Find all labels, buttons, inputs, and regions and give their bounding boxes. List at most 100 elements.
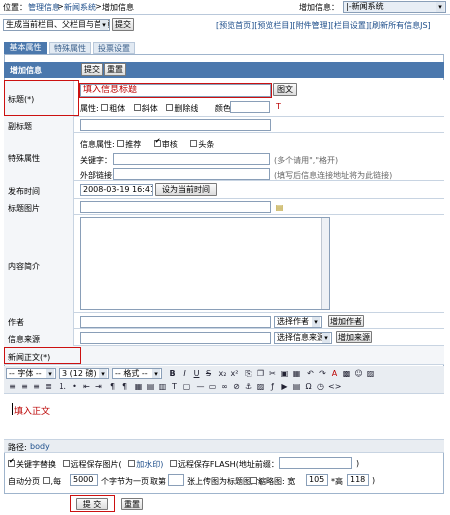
media-icon[interactable]: ▶ <box>280 382 289 391</box>
author-input[interactable] <box>80 316 271 328</box>
color-input[interactable] <box>230 101 270 113</box>
submit-button[interactable]: 提 交 <box>76 498 108 510</box>
attachment-link[interactable]: [附件管理] <box>293 21 331 30</box>
anchor-icon[interactable]: ⚓ <box>244 382 253 391</box>
preview-column-link[interactable]: [预览栏目] <box>254 21 292 30</box>
summary-scrollbar[interactable] <box>321 218 329 309</box>
align-justify-icon[interactable]: ≣ <box>44 382 53 391</box>
font-select[interactable]: -- 字体 -- <box>6 368 56 379</box>
clean-icon[interactable]: ⎘ <box>244 369 253 378</box>
add-source-button[interactable]: 增加来源 <box>336 331 372 343</box>
strike-checkbox[interactable] <box>166 104 174 111</box>
bgcolor-icon[interactable]: ▩ <box>342 369 351 378</box>
subscript-icon[interactable]: x₂ <box>218 369 227 378</box>
keyword-replace-checkbox[interactable] <box>8 457 15 467</box>
subtitle-input[interactable] <box>80 119 271 131</box>
indent-icon[interactable]: ⇥ <box>94 382 103 391</box>
cut-icon[interactable]: ✂ <box>268 369 277 378</box>
editor-content[interactable]: 填入正文 <box>4 394 444 440</box>
breadcrumb-item-news[interactable]: 新闻系统 <box>64 2 96 13</box>
headline-checkbox[interactable] <box>190 140 198 147</box>
tab-basic[interactable]: 基本属性 <box>4 42 47 54</box>
header-reset-button[interactable]: 重置 <box>104 63 126 76</box>
code-icon[interactable]: <> <box>328 382 341 391</box>
image-icon[interactable]: ▨ <box>366 369 375 378</box>
preview-home-link[interactable]: [预览首页] <box>216 21 254 30</box>
thumb-height-input[interactable]: 118 <box>347 474 369 486</box>
textcolor-icon[interactable]: T <box>170 382 179 391</box>
reset-button[interactable]: 重置 <box>121 498 143 510</box>
link-icon[interactable]: ∞ <box>220 382 229 391</box>
summary-textarea[interactable] <box>80 217 330 310</box>
tab-special[interactable]: 特殊属性 <box>49 42 91 54</box>
watermark-checkbox[interactable] <box>128 460 136 467</box>
audit-checkbox[interactable] <box>153 137 161 147</box>
refresh-js-link[interactable]: [刷新所有信息JS] <box>369 21 431 30</box>
auto-page-checkbox[interactable] <box>42 477 50 484</box>
unordered-list-icon[interactable]: • <box>70 382 79 391</box>
italic-checkbox[interactable] <box>133 104 141 111</box>
file-icon[interactable]: ▤ <box>292 382 301 391</box>
superscript-icon[interactable]: x² <box>230 369 239 378</box>
unlink-icon[interactable]: ⊘ <box>232 382 241 391</box>
add-author-button[interactable]: 增加作者 <box>328 315 364 327</box>
recommend-checkbox[interactable] <box>117 140 125 147</box>
strike-icon[interactable]: S <box>204 369 213 378</box>
tab-vote[interactable]: 投票设置 <box>93 42 135 54</box>
source-select[interactable]: 选择信息来源 <box>274 332 332 344</box>
path-body-link[interactable]: body <box>30 442 50 451</box>
hr-icon[interactable]: — <box>196 382 205 391</box>
bold-icon[interactable]: B <box>168 369 177 378</box>
remote-pic-checkbox[interactable] <box>62 460 70 467</box>
align-right-icon[interactable]: ≡ <box>32 382 41 391</box>
table-icon[interactable]: ▦ <box>134 382 143 391</box>
pic-text-button[interactable]: 图文 <box>273 83 297 96</box>
generate-submit-button[interactable]: 提交 <box>112 18 134 31</box>
emoticon-icon[interactable]: ☺ <box>354 369 363 378</box>
ordered-list-icon[interactable]: ⒈ <box>58 382 67 391</box>
column-settings-link[interactable]: [栏目设置] <box>331 21 369 30</box>
thumbnail-checkbox[interactable] <box>250 477 257 484</box>
author-select[interactable]: 选择作者 <box>274 316 322 328</box>
size-select[interactable]: 3 (12 磅) <box>59 368 109 379</box>
set-current-time-button[interactable]: 设为当前时间 <box>155 183 217 196</box>
take-index-input[interactable] <box>168 474 184 486</box>
flash-icon[interactable]: ƒ <box>268 382 277 391</box>
marquee-icon[interactable]: ▭ <box>208 382 217 391</box>
format-select[interactable]: -- 格式 -- <box>112 368 162 379</box>
rtl-icon[interactable]: ¶ <box>120 382 129 391</box>
undo-icon[interactable]: ↶ <box>306 369 315 378</box>
flash-prefix-input[interactable] <box>279 457 352 469</box>
source-input[interactable] <box>80 332 271 344</box>
copy-icon[interactable]: ❐ <box>256 369 265 378</box>
layer-icon[interactable]: ▥ <box>158 382 167 391</box>
image-input[interactable] <box>80 201 271 213</box>
cell-icon[interactable]: ▤ <box>146 382 155 391</box>
paste-icon[interactable]: ▣ <box>280 369 289 378</box>
breadcrumb-item-manage[interactable]: 管理信息 <box>28 2 60 13</box>
keyword-input[interactable] <box>113 153 270 165</box>
paste-text-icon[interactable]: ▦ <box>292 369 301 378</box>
ltr-icon[interactable]: ¶ <box>108 382 117 391</box>
italic-icon[interactable]: I <box>180 369 189 378</box>
align-center-icon[interactable]: ≡ <box>20 382 29 391</box>
column-select[interactable]: |-新闻系统 <box>343 1 446 13</box>
color-picker-icon[interactable]: T <box>274 102 283 111</box>
redo-icon[interactable]: ↷ <box>318 369 327 378</box>
underline-icon[interactable]: U <box>192 369 201 378</box>
insert-image-icon[interactable]: ▨ <box>256 382 265 391</box>
date-icon[interactable]: ◷ <box>316 382 325 391</box>
iframe-icon[interactable]: ▢ <box>182 382 191 391</box>
generate-select[interactable]: 生成当前栏目、父栏目与首页 <box>3 19 110 31</box>
remote-flash-checkbox[interactable] <box>169 460 177 467</box>
outdent-icon[interactable]: ⇤ <box>82 382 91 391</box>
forecolor-icon[interactable]: A <box>330 369 339 378</box>
external-link-input[interactable] <box>113 168 270 180</box>
header-submit-button[interactable]: 提交 <box>81 63 103 76</box>
image-browse-icon[interactable]: ▤ <box>275 203 284 212</box>
align-left-icon[interactable]: ≡ <box>8 382 17 391</box>
time-input[interactable]: 2008-03-19 16:41:13 <box>80 184 153 196</box>
bold-checkbox[interactable] <box>101 104 109 111</box>
symbol-icon[interactable]: Ω <box>304 382 313 391</box>
page-chars-input[interactable]: 5000 <box>70 474 98 486</box>
